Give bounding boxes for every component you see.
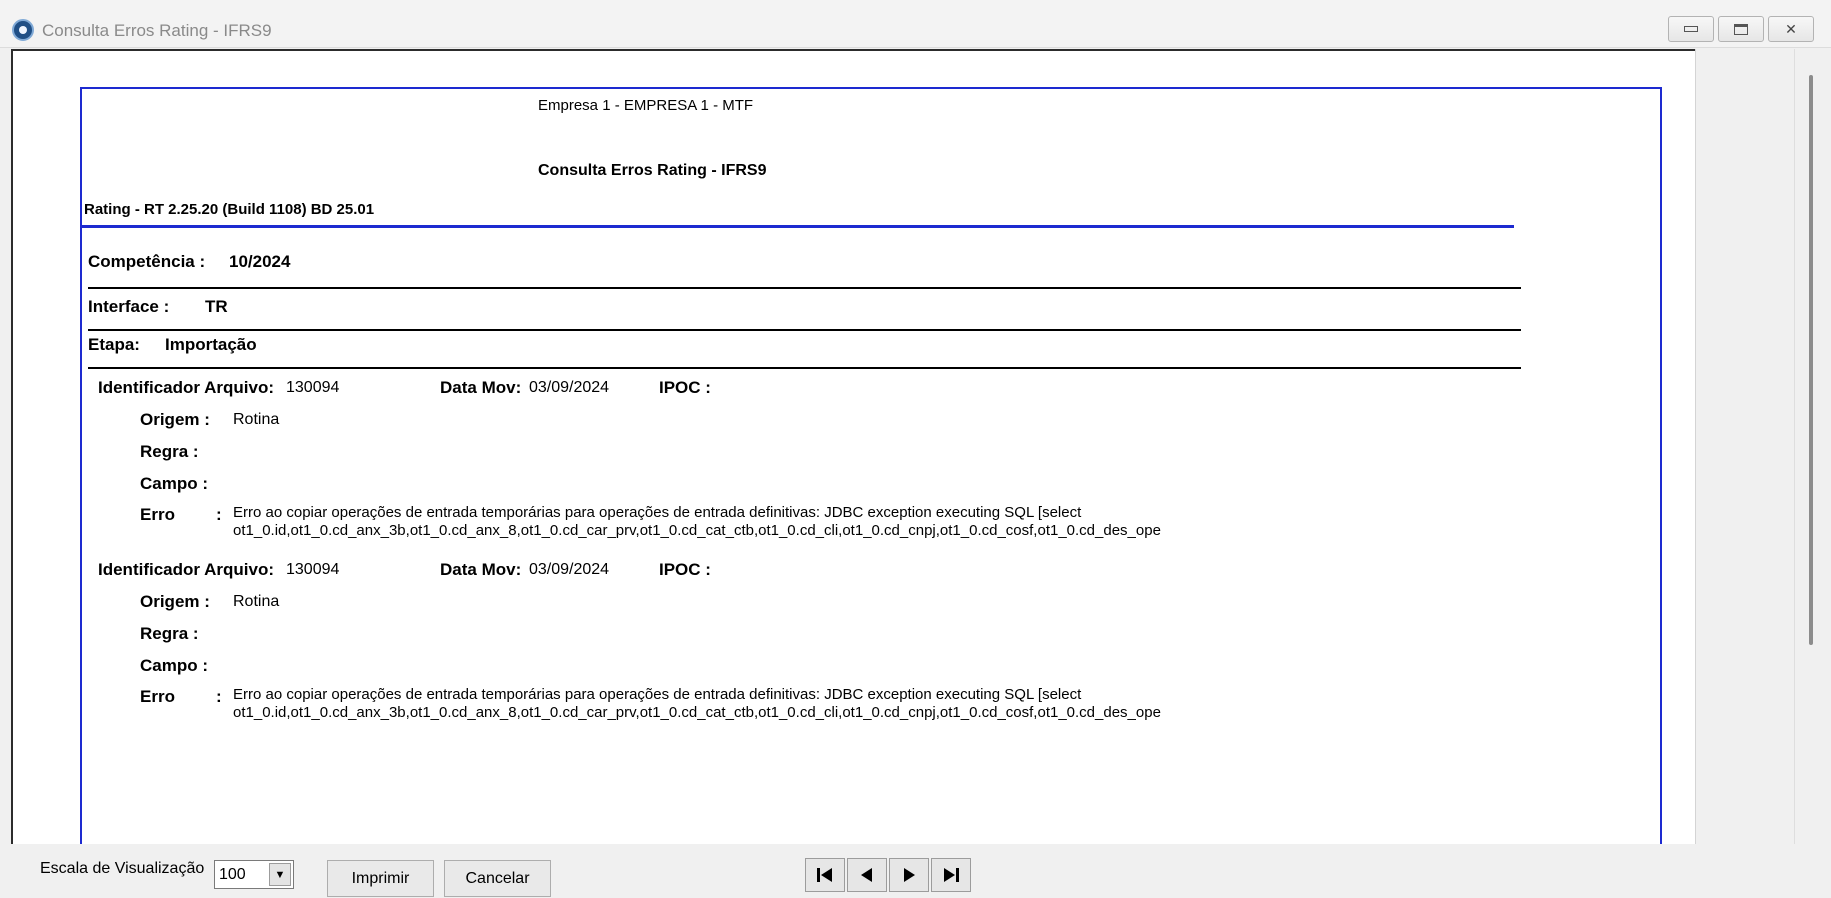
close-icon: ✕ (1785, 20, 1797, 37)
print-button[interactable]: Imprimir (327, 860, 434, 897)
prev-page-button[interactable] (847, 858, 887, 892)
datamov-label: Data Mov: (440, 378, 522, 397)
erro-text-line1: Erro ao copiar operações de entrada temp… (233, 686, 1082, 703)
erro-label: Erro (140, 687, 175, 706)
erro-colon: : (216, 505, 222, 524)
first-page-button[interactable] (805, 858, 845, 892)
origem-value: Rotina (233, 593, 280, 610)
last-page-icon (944, 868, 959, 882)
header-divider (82, 225, 1514, 228)
version-info: Rating - RT 2.25.20 (Build 1108) BD 25.0… (84, 201, 375, 218)
first-page-icon (817, 868, 832, 882)
interface-label: Interface : (88, 297, 170, 316)
maximize-button[interactable] (1718, 16, 1764, 42)
scrollbar-thumb[interactable] (1809, 75, 1813, 645)
last-page-button[interactable] (931, 858, 971, 892)
next-page-icon (904, 868, 915, 882)
origem-value: Rotina (233, 411, 280, 428)
footer-toolbar: Escala de Visualização 100 ▼ Imprimir Ca… (0, 844, 1831, 898)
minimize-button[interactable] (1668, 16, 1714, 42)
vertical-scrollbar[interactable] (1695, 49, 1831, 844)
origem-label: Origem : (140, 592, 210, 611)
erro-colon: : (216, 687, 222, 706)
report-viewport: Empresa 1 - EMPRESA 1 - MTF Consulta Err… (11, 49, 1695, 844)
origem-label: Origem : (140, 410, 210, 429)
minimize-icon (1684, 26, 1698, 32)
competencia-value: 10/2024 (229, 252, 291, 271)
scale-select[interactable]: 100 ▼ (214, 860, 294, 889)
maximize-icon (1734, 23, 1748, 35)
ident-label: Identificador Arquivo: (98, 560, 274, 579)
divider (88, 367, 1521, 369)
next-page-button[interactable] (889, 858, 929, 892)
scale-label: Escala de Visualização (40, 860, 205, 877)
window-title: Consulta Erros Rating - IFRS9 (42, 21, 272, 40)
app-icon (12, 19, 34, 41)
ident-label: Identificador Arquivo: (98, 378, 274, 397)
ipoc-label: IPOC : (659, 378, 711, 397)
cancel-button[interactable]: Cancelar (444, 860, 551, 897)
competencia-label: Competência : (88, 252, 206, 271)
divider (88, 329, 1521, 331)
etapa-value: Importação (165, 335, 257, 354)
regra-label: Regra : (140, 624, 199, 643)
report-title: Consulta Erros Rating - IFRS9 (538, 162, 767, 179)
ident-value: 130094 (286, 379, 340, 396)
title-bar: Consulta Erros Rating - IFRS9 ✕ (0, 0, 1831, 48)
chevron-down-icon[interactable]: ▼ (269, 863, 291, 886)
campo-label: Campo : (140, 474, 208, 493)
erro-text-line1: Erro ao copiar operações de entrada temp… (233, 504, 1082, 521)
scale-select-value: 100 (219, 866, 246, 883)
erro-label: Erro (140, 505, 175, 524)
campo-label: Campo : (140, 656, 208, 675)
erro-text-line2: ot1_0.id,ot1_0.cd_anx_3b,ot1_0.cd_anx_8,… (233, 522, 1161, 539)
divider (88, 287, 1521, 289)
datamov-label: Data Mov: (440, 560, 522, 579)
etapa-label: Etapa: (88, 335, 140, 354)
ident-value: 130094 (286, 561, 340, 578)
report-page: Empresa 1 - EMPRESA 1 - MTF Consulta Err… (80, 87, 1662, 844)
close-button[interactable]: ✕ (1768, 16, 1814, 42)
print-button-label: Imprimir (351, 869, 410, 887)
datamov-value: 03/09/2024 (529, 379, 610, 396)
ipoc-label: IPOC : (659, 560, 711, 579)
prev-page-icon (861, 868, 872, 882)
datamov-value: 03/09/2024 (529, 561, 610, 578)
cancel-button-label: Cancelar (465, 869, 530, 887)
company-header: Empresa 1 - EMPRESA 1 - MTF (538, 97, 754, 114)
regra-label: Regra : (140, 442, 199, 461)
erro-text-line2: ot1_0.id,ot1_0.cd_anx_3b,ot1_0.cd_anx_8,… (233, 704, 1161, 721)
interface-value: TR (205, 297, 228, 316)
